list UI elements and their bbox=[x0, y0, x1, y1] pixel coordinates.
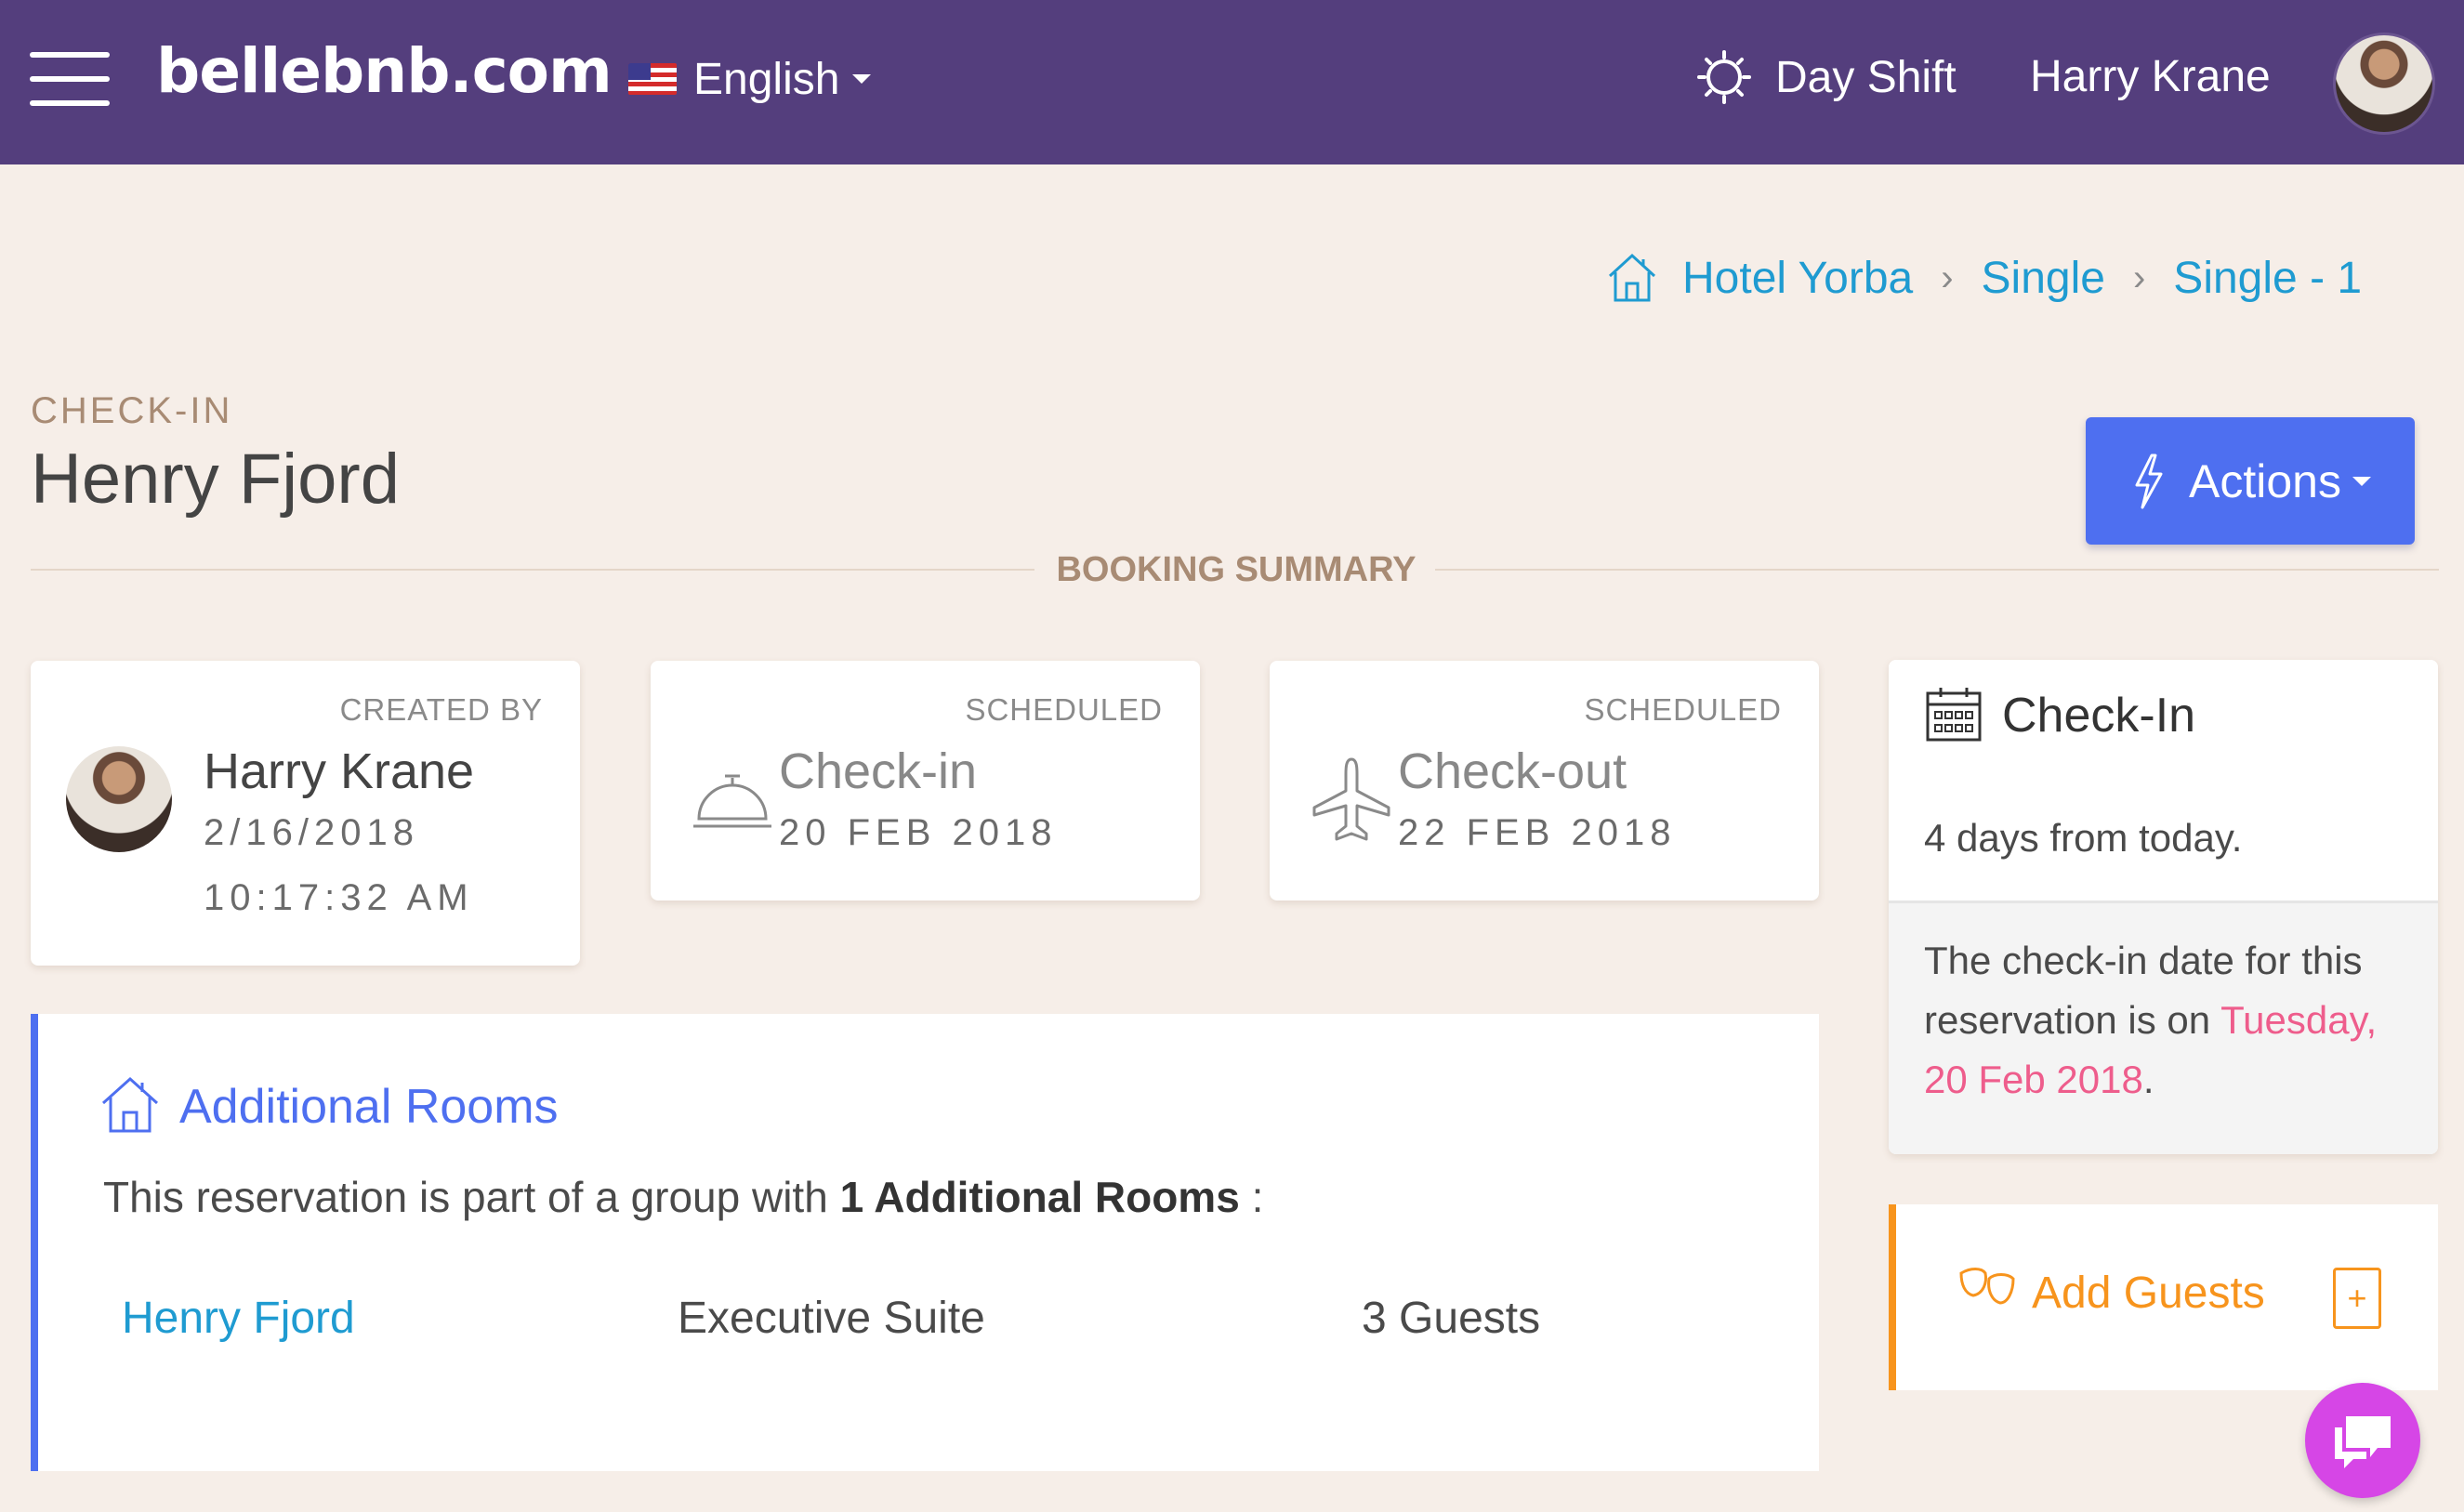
checkout-scheduled-card: SCHEDULED Check-out 22 FEB 2018 bbox=[1270, 661, 1819, 901]
card-kicker: CREATED BY bbox=[339, 692, 543, 727]
add-guests-link[interactable]: Add Guests bbox=[2032, 1268, 2265, 1319]
page-title: Henry Fjord bbox=[31, 440, 400, 519]
divider bbox=[31, 569, 1034, 571]
home-icon bbox=[1608, 253, 1656, 302]
add-guest-button[interactable]: + bbox=[2333, 1268, 2381, 1329]
desc-suffix: : bbox=[1239, 1173, 1264, 1221]
desc-text: This reservation is part of a group with bbox=[103, 1173, 840, 1221]
checkin-scheduled-card: SCHEDULED Check-in 20 FEB 2018 bbox=[651, 661, 1200, 901]
sun-icon bbox=[1697, 50, 1751, 104]
desc-count: 1 Additional Rooms bbox=[839, 1173, 1240, 1221]
room-type: Executive Suite bbox=[678, 1294, 985, 1343]
checkin-text-suffix: . bbox=[2142, 1058, 2154, 1101]
breadcrumb-room[interactable]: Single - 1 bbox=[2173, 253, 2362, 304]
list-item: Henry Fjord Executive Suite 3 Guests bbox=[38, 1293, 1819, 1367]
room-guest-count: 3 Guests bbox=[1362, 1294, 1541, 1343]
checkout-label: Check-out bbox=[1398, 743, 1627, 799]
menu-icon[interactable] bbox=[30, 52, 110, 106]
lightning-icon bbox=[2135, 454, 2163, 508]
room-guest-link[interactable]: Henry Fjord bbox=[122, 1293, 355, 1344]
shift-selector[interactable]: Day Shift bbox=[1697, 45, 1957, 110]
checkin-countdown: 4 days from today. bbox=[1924, 816, 2243, 860]
chevron-down-icon bbox=[2352, 476, 2371, 486]
additional-rooms-title: Additional Rooms bbox=[179, 1080, 559, 1134]
actions-label: Actions bbox=[2189, 454, 2341, 507]
page-eyebrow: CHECK-IN bbox=[31, 390, 233, 431]
created-date: 2/16/2018 bbox=[204, 812, 419, 853]
service-bell-icon bbox=[693, 774, 771, 828]
language-label: English bbox=[693, 54, 840, 104]
home-icon bbox=[101, 1076, 159, 1133]
top-navbar: bellebnb.com English Day Shift Harry Kra… bbox=[0, 0, 2464, 164]
us-flag-icon bbox=[628, 63, 677, 95]
checkout-date: 22 FEB 2018 bbox=[1398, 812, 1677, 853]
additional-rooms-panel: Additional Rooms This reservation is par… bbox=[31, 1014, 1819, 1471]
checkin-info-body: The check-in date for this reservation i… bbox=[1889, 903, 2438, 1154]
divider bbox=[1435, 569, 2439, 571]
breadcrumb-room-type[interactable]: Single bbox=[1982, 253, 2105, 304]
chevron-down-icon bbox=[852, 74, 872, 84]
checkin-date: 20 FEB 2018 bbox=[779, 812, 1058, 853]
checkin-label: Check-in bbox=[779, 743, 978, 799]
section-title: BOOKING SUMMARY bbox=[1056, 550, 1416, 589]
actions-button[interactable]: Actions bbox=[2086, 417, 2415, 545]
creator-avatar bbox=[66, 746, 172, 852]
breadcrumb-separator: › bbox=[1941, 256, 1954, 298]
additional-rooms-description: This reservation is part of a group with… bbox=[103, 1172, 1263, 1222]
brand-logo[interactable]: bellebnb.com bbox=[156, 35, 613, 107]
masks-icon bbox=[1959, 1268, 2015, 1305]
created-time: 10:17:32 AM bbox=[204, 877, 474, 918]
user-name[interactable]: Harry Krane bbox=[2030, 45, 2271, 110]
breadcrumb-separator: › bbox=[2132, 256, 2146, 298]
shift-label: Day Shift bbox=[1775, 52, 1957, 102]
breadcrumb: Hotel Yorba › Single › Single - 1 bbox=[1604, 245, 2362, 310]
card-kicker: SCHEDULED bbox=[965, 692, 1163, 727]
language-selector[interactable]: English bbox=[628, 46, 872, 112]
card-kicker: SCHEDULED bbox=[1584, 692, 1782, 727]
checkin-info-title: Check-In bbox=[2002, 689, 2196, 743]
chat-button[interactable] bbox=[2305, 1383, 2420, 1498]
checkin-info-card: Check-In 4 days from today. The check-in… bbox=[1889, 660, 2438, 1154]
checkin-info-text: The check-in date for this reservation i… bbox=[1924, 931, 2407, 1110]
checkin-info-header: Check-In 4 days from today. bbox=[1889, 660, 2438, 903]
creator-name: Harry Krane bbox=[204, 743, 475, 799]
calendar-icon bbox=[1926, 688, 1982, 742]
add-guests-panel: Add Guests + bbox=[1889, 1204, 2438, 1390]
user-avatar[interactable] bbox=[2333, 33, 2435, 135]
created-by-card: CREATED BY Harry Krane 2/16/2018 10:17:3… bbox=[31, 661, 580, 966]
chat-bubbles-icon bbox=[2335, 1416, 2391, 1468]
airplane-icon bbox=[1312, 757, 1390, 841]
breadcrumb-hotel[interactable]: Hotel Yorba bbox=[1682, 253, 1913, 304]
